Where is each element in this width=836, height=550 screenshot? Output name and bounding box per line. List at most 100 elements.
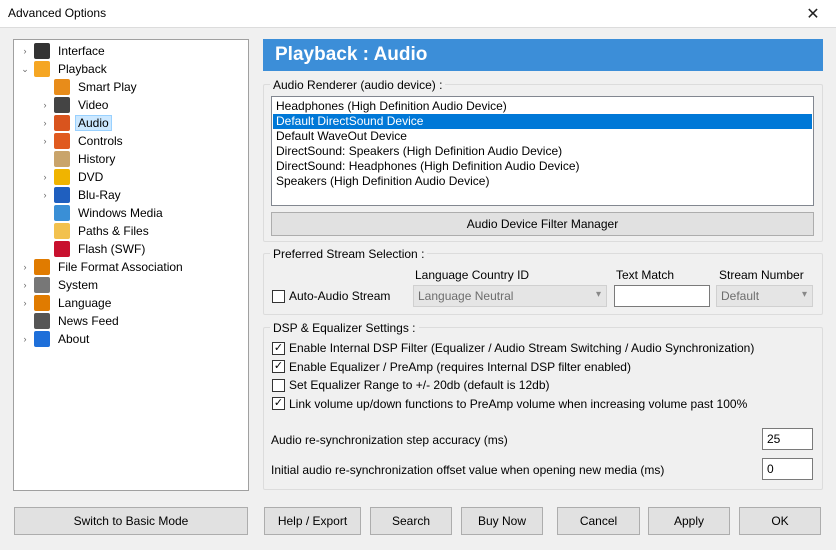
- tree-item-interface[interactable]: › Interface: [20, 42, 108, 60]
- tree-item-label: Interface: [58, 44, 105, 58]
- chevron-right-icon[interactable]: ›: [20, 298, 30, 308]
- tree-item-file-format-association[interactable]: › File Format Association: [20, 258, 186, 276]
- tree-item-language[interactable]: › Language: [20, 294, 114, 312]
- tree-item-system[interactable]: › System: [20, 276, 101, 294]
- tree-item-label: DVD: [78, 170, 104, 184]
- tree-item-about[interactable]: › About: [20, 330, 92, 348]
- chevron-right-icon[interactable]: ›: [20, 280, 30, 290]
- dsp-equalizer-legend: DSP & Equalizer Settings :: [270, 321, 419, 335]
- tree-item-label: History: [78, 152, 116, 166]
- chevron-right-icon[interactable]: ›: [20, 46, 30, 56]
- tree-item-controls[interactable]: › Controls: [40, 132, 126, 150]
- checkbox-box: ✓: [272, 360, 285, 373]
- window-title: Advanced Options: [8, 6, 107, 20]
- apply-button[interactable]: Apply: [648, 507, 730, 535]
- tree-item-windows-media[interactable]: Windows Media: [40, 204, 166, 222]
- gear-icon: [34, 277, 50, 293]
- audio-device-item[interactable]: DirectSound: Speakers (High Definition A…: [273, 144, 812, 159]
- close-icon: ✕: [806, 6, 820, 23]
- audio-device-item[interactable]: DirectSound: Headphones (High Definition…: [273, 159, 812, 174]
- tree-item-flash-swf[interactable]: Flash (SWF): [40, 240, 148, 258]
- windows-media-icon: [54, 205, 70, 221]
- search-button[interactable]: Search: [370, 507, 452, 535]
- chevron-right-icon[interactable]: ›: [20, 334, 30, 344]
- dvd-icon: [54, 169, 70, 185]
- audio-device-list[interactable]: Headphones (High Definition Audio Device…: [271, 96, 814, 206]
- stream-number-select[interactable]: Default ▾: [716, 285, 813, 307]
- language-country-id-value: Language Neutral: [418, 289, 514, 303]
- tree-item-label: Flash (SWF): [78, 242, 146, 256]
- resync-step-label: Audio re-synchronization step accuracy (…: [271, 433, 508, 447]
- audio-icon: [54, 115, 70, 131]
- audio-device-item[interactable]: Headphones (High Definition Audio Device…: [273, 99, 812, 114]
- tree-item-label: News Feed: [58, 314, 119, 328]
- resync-step-input[interactable]: 25: [762, 428, 813, 450]
- folder-icon: [54, 223, 70, 239]
- resync-offset-label: Initial audio re-synchronization offset …: [271, 463, 665, 477]
- cancel-button[interactable]: Cancel: [557, 507, 640, 535]
- close-button[interactable]: ✕: [790, 0, 836, 28]
- tree-item-audio[interactable]: › Audio: [40, 114, 112, 132]
- chevron-down-icon: ▾: [801, 289, 807, 300]
- tree-item-label: Smart Play: [78, 80, 137, 94]
- audio-renderer-legend: Audio Renderer (audio device) :: [270, 78, 446, 92]
- controls-icon: [54, 133, 70, 149]
- news-icon: [34, 313, 50, 329]
- tree-item-playback[interactable]: ⌄ Playback: [20, 60, 110, 78]
- stream-number-value: Default: [721, 289, 760, 303]
- chevron-down-icon[interactable]: ⌄: [20, 64, 30, 75]
- history-icon: [54, 151, 70, 167]
- switch-to-basic-mode-button[interactable]: Switch to Basic Mode: [14, 507, 248, 535]
- tree-item-label: Paths & Files: [78, 224, 149, 238]
- chevron-right-icon[interactable]: ›: [40, 190, 50, 200]
- chevron-down-icon: ▾: [595, 289, 601, 300]
- tree-item-label: Controls: [78, 134, 123, 148]
- dsp-option-label: Enable Internal DSP Filter (Equalizer / …: [289, 341, 755, 355]
- chevron-right-icon[interactable]: ›: [40, 118, 50, 128]
- text-match-input[interactable]: [614, 285, 710, 307]
- tree-item-label: Video: [78, 98, 109, 112]
- buy-now-button[interactable]: Buy Now: [461, 507, 543, 535]
- info-icon: [34, 331, 50, 347]
- tree-item-paths-files[interactable]: Paths & Files: [40, 222, 152, 240]
- ok-button[interactable]: OK: [739, 507, 821, 535]
- auto-audio-stream-checkbox[interactable]: Auto-Audio Stream: [272, 289, 390, 303]
- tree-item-news-feed[interactable]: News Feed: [20, 312, 122, 330]
- dsp-option-label: Set Equalizer Range to +/- 20db (default…: [289, 378, 550, 392]
- settings-tree: › Interface ⌄ Playback Smart Play › Video › Audi…: [13, 39, 249, 491]
- tree-item-dvd[interactable]: › DVD: [40, 168, 106, 186]
- dsp-option-checkbox[interactable]: ✓ Enable Internal DSP Filter (Equalizer /…: [272, 341, 754, 355]
- tree-item-smart-play[interactable]: Smart Play: [40, 78, 140, 96]
- checkbox-box: ✓: [272, 341, 285, 355]
- chevron-right-icon[interactable]: ›: [20, 262, 30, 272]
- tree-item-label: Blu-Ray: [78, 188, 121, 202]
- tree-item-label: File Format Association: [58, 260, 183, 274]
- auto-audio-stream-label: Auto-Audio Stream: [289, 289, 391, 303]
- dsp-option-checkbox[interactable]: Set Equalizer Range to +/- 20db (default…: [272, 378, 550, 392]
- language-country-id-select[interactable]: Language Neutral ▾: [413, 285, 607, 307]
- resync-offset-input[interactable]: 0: [762, 458, 813, 480]
- help-export-button[interactable]: Help / Export: [264, 507, 361, 535]
- checkbox-box: [272, 378, 285, 392]
- audio-device-item[interactable]: Speakers (High Definition Audio Device): [273, 174, 812, 189]
- flash-icon: [54, 241, 70, 257]
- dsp-option-checkbox[interactable]: ✓ Link volume up/down functions to PreAmp…: [272, 397, 747, 411]
- checkbox-box: ✓: [272, 397, 285, 410]
- page-title: Playback : Audio: [263, 39, 823, 71]
- chevron-right-icon[interactable]: ›: [40, 172, 50, 182]
- dsp-option-label: Enable Equalizer / PreAmp (requires Inte…: [289, 359, 631, 374]
- dsp-option-checkbox[interactable]: ✓ Enable Equalizer / PreAmp (requires Int…: [272, 360, 631, 374]
- checkbox-box: [272, 289, 285, 303]
- chevron-right-icon[interactable]: ›: [40, 100, 50, 110]
- audio-device-filter-manager-button[interactable]: Audio Device Filter Manager: [271, 212, 814, 236]
- preferred-stream-legend: Preferred Stream Selection :: [270, 247, 428, 261]
- audio-device-item[interactable]: Default DirectSound Device: [273, 114, 812, 129]
- tree-item-label: Windows Media: [78, 206, 163, 220]
- title-bar: Advanced Options ✕: [0, 0, 836, 28]
- tree-item-video[interactable]: › Video: [40, 96, 111, 114]
- tree-item-blu-ray[interactable]: › Blu-Ray: [40, 186, 124, 204]
- audio-device-item[interactable]: Default WaveOut Device: [273, 129, 812, 144]
- language-country-id-label: Language Country ID: [415, 268, 530, 282]
- tree-item-history[interactable]: History: [40, 150, 118, 168]
- chevron-right-icon[interactable]: ›: [40, 136, 50, 146]
